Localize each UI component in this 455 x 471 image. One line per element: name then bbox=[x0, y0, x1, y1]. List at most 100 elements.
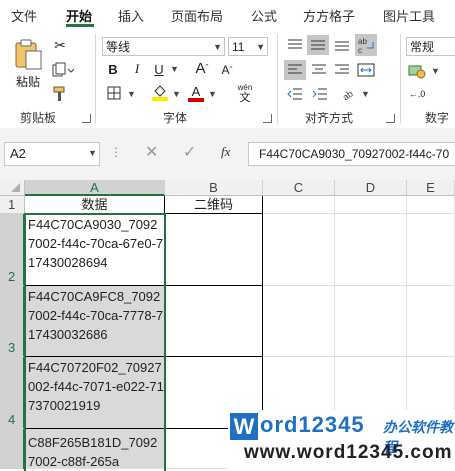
group-divider bbox=[400, 34, 401, 124]
chevron-down-icon[interactable]: ▼ bbox=[208, 89, 217, 99]
italic-button[interactable]: I bbox=[128, 60, 146, 78]
chevron-down-icon[interactable]: ▼ bbox=[88, 148, 97, 158]
qrcode-cell-b3[interactable] bbox=[165, 286, 263, 357]
header-cell-data[interactable]: 数据 bbox=[25, 196, 165, 214]
format-painter-button[interactable] bbox=[51, 85, 69, 103]
underline-icon: U bbox=[154, 61, 164, 77]
chevron-down-icon[interactable]: ▼ bbox=[127, 89, 136, 99]
align-left-icon bbox=[288, 64, 302, 74]
align-bottom-button[interactable] bbox=[332, 36, 352, 54]
data-cell-a3[interactable]: F44C70CA9FC8_70927002-f44c-70ca-7778-717… bbox=[25, 286, 165, 357]
cancel-icon[interactable]: ✕ bbox=[145, 142, 158, 162]
data-cell-a4[interactable]: F44C70720F02_70927002-f44c-7071-e022-717… bbox=[25, 357, 165, 429]
empty-cell[interactable] bbox=[263, 196, 335, 214]
alignment-launcher-icon[interactable] bbox=[386, 114, 395, 123]
underline-button[interactable]: U bbox=[150, 60, 168, 78]
clipboard-launcher-icon[interactable] bbox=[82, 114, 91, 123]
insert-function-icon[interactable]: fx bbox=[221, 144, 230, 160]
empty-cell[interactable] bbox=[335, 286, 407, 357]
column-header-d[interactable]: D bbox=[335, 180, 407, 196]
italic-icon: I bbox=[134, 61, 140, 76]
wrap-text-button[interactable]: ab c bbox=[355, 34, 377, 56]
align-top-button[interactable] bbox=[285, 36, 305, 54]
copy-button[interactable] bbox=[51, 61, 75, 79]
data-cell-a5[interactable]: C88F265B181D_70927002-c88f-265a bbox=[25, 429, 165, 469]
column-label: E bbox=[426, 180, 435, 195]
font-size-select[interactable]: 11 ▼ bbox=[228, 37, 268, 56]
chevron-down-icon[interactable]: ▼ bbox=[172, 89, 181, 99]
cell-text: 数据 bbox=[81, 197, 108, 212]
chevron-down-icon[interactable]: ▼ bbox=[431, 66, 440, 76]
grow-font-button[interactable]: Aˆ bbox=[193, 59, 211, 77]
empty-cell[interactable] bbox=[407, 214, 455, 286]
merge-center-button[interactable] bbox=[355, 60, 377, 80]
column-header-b[interactable]: B bbox=[165, 180, 263, 196]
name-box[interactable]: A2 bbox=[4, 142, 100, 166]
decrease-indent-button[interactable] bbox=[284, 84, 306, 104]
fill-color-button[interactable] bbox=[150, 83, 170, 103]
empty-cell[interactable] bbox=[335, 196, 407, 214]
font-color-button[interactable]: A bbox=[186, 83, 206, 103]
tab-insert[interactable]: 插入 bbox=[118, 6, 144, 25]
chevron-down-icon[interactable]: ▼ bbox=[361, 89, 370, 99]
enter-icon[interactable]: ✓ bbox=[183, 142, 196, 162]
row-label: 1 bbox=[8, 197, 16, 212]
fill-color-swatch bbox=[152, 97, 168, 101]
chevron-down-icon[interactable]: ▼ bbox=[170, 64, 179, 74]
row-header-2[interactable]: 2 bbox=[0, 214, 25, 286]
font-name-select[interactable]: 等线 ▼ bbox=[102, 37, 225, 56]
tab-fangfang[interactable]: 方方格子 bbox=[303, 6, 355, 25]
header-cell-qrcode[interactable]: 二维码 bbox=[165, 196, 263, 214]
paste-icon bbox=[15, 39, 42, 69]
column-label: C bbox=[293, 180, 304, 195]
increase-indent-button[interactable] bbox=[309, 84, 331, 104]
empty-cell[interactable] bbox=[407, 286, 455, 357]
orientation-button[interactable]: ab bbox=[337, 84, 359, 104]
column-header-e[interactable]: E bbox=[407, 180, 455, 196]
row-header-1[interactable]: 1 bbox=[0, 196, 25, 214]
font-launcher-icon[interactable] bbox=[263, 114, 272, 123]
scissors-icon: ✂ bbox=[54, 36, 66, 53]
cell-text: F44C70720F02_70927002-f44c-7071-e022-717… bbox=[28, 360, 164, 413]
empty-cell[interactable] bbox=[263, 286, 335, 357]
row-header-4[interactable]: 4 bbox=[0, 357, 25, 429]
tab-formulas[interactable]: 公式 bbox=[251, 6, 277, 25]
empty-cell[interactable] bbox=[407, 196, 455, 214]
increase-decimal-button[interactable]: ←.0 bbox=[406, 85, 428, 103]
copy-icon bbox=[52, 62, 74, 77]
shrink-font-button[interactable]: Aˇ bbox=[218, 61, 236, 79]
increase-indent-icon bbox=[312, 88, 327, 100]
border-button[interactable] bbox=[104, 84, 124, 102]
number-format-select[interactable]: 常规 bbox=[406, 37, 455, 56]
empty-cell[interactable] bbox=[335, 214, 407, 286]
row-header-5[interactable] bbox=[0, 429, 25, 469]
tab-home[interactable]: 开始 bbox=[66, 6, 92, 25]
cell-text: F44C70CA9FC8_70927002-f44c-70ca-7778-717… bbox=[28, 289, 164, 342]
align-middle-button[interactable] bbox=[307, 35, 329, 55]
align-center-button[interactable] bbox=[309, 60, 329, 80]
row-header-3[interactable]: 3 bbox=[0, 286, 25, 357]
align-right-button[interactable] bbox=[332, 60, 352, 80]
bold-button[interactable]: B bbox=[104, 60, 122, 78]
qrcode-cell-b2[interactable] bbox=[165, 214, 263, 286]
align-left-button[interactable] bbox=[284, 60, 306, 80]
tab-file[interactable]: 文件 bbox=[11, 6, 37, 25]
cut-button[interactable]: ✂ bbox=[51, 36, 69, 54]
menu-bar: 文件 开始 插入 页面布局 公式 方方格子 图片工具 bbox=[0, 0, 455, 28]
tab-picture-tools[interactable]: 图片工具 bbox=[383, 6, 435, 25]
chevron-down-icon: ▼ bbox=[256, 42, 265, 52]
empty-cell[interactable] bbox=[263, 214, 335, 286]
select-all-icon bbox=[11, 183, 20, 192]
formula-input[interactable]: F44C70CA9030_70927002-f44c-70 bbox=[248, 142, 455, 166]
select-all-corner[interactable] bbox=[0, 180, 25, 196]
data-cell-a2[interactable]: F44C70CA9030_70927002-f44c-70ca-67e0-717… bbox=[25, 214, 165, 286]
tab-page-layout[interactable]: 页面布局 bbox=[171, 6, 223, 25]
font-group-label: 字体 bbox=[163, 111, 188, 125]
accounting-format-button[interactable] bbox=[406, 61, 428, 81]
column-header-a[interactable]: A bbox=[25, 180, 165, 196]
column-header-c[interactable]: C bbox=[263, 180, 335, 196]
svg-text:ab: ab bbox=[358, 37, 367, 46]
currency-icon bbox=[408, 65, 426, 79]
phonetic-button[interactable]: wén 文 bbox=[232, 82, 258, 104]
paste-button[interactable]: 粘贴 bbox=[8, 34, 48, 94]
